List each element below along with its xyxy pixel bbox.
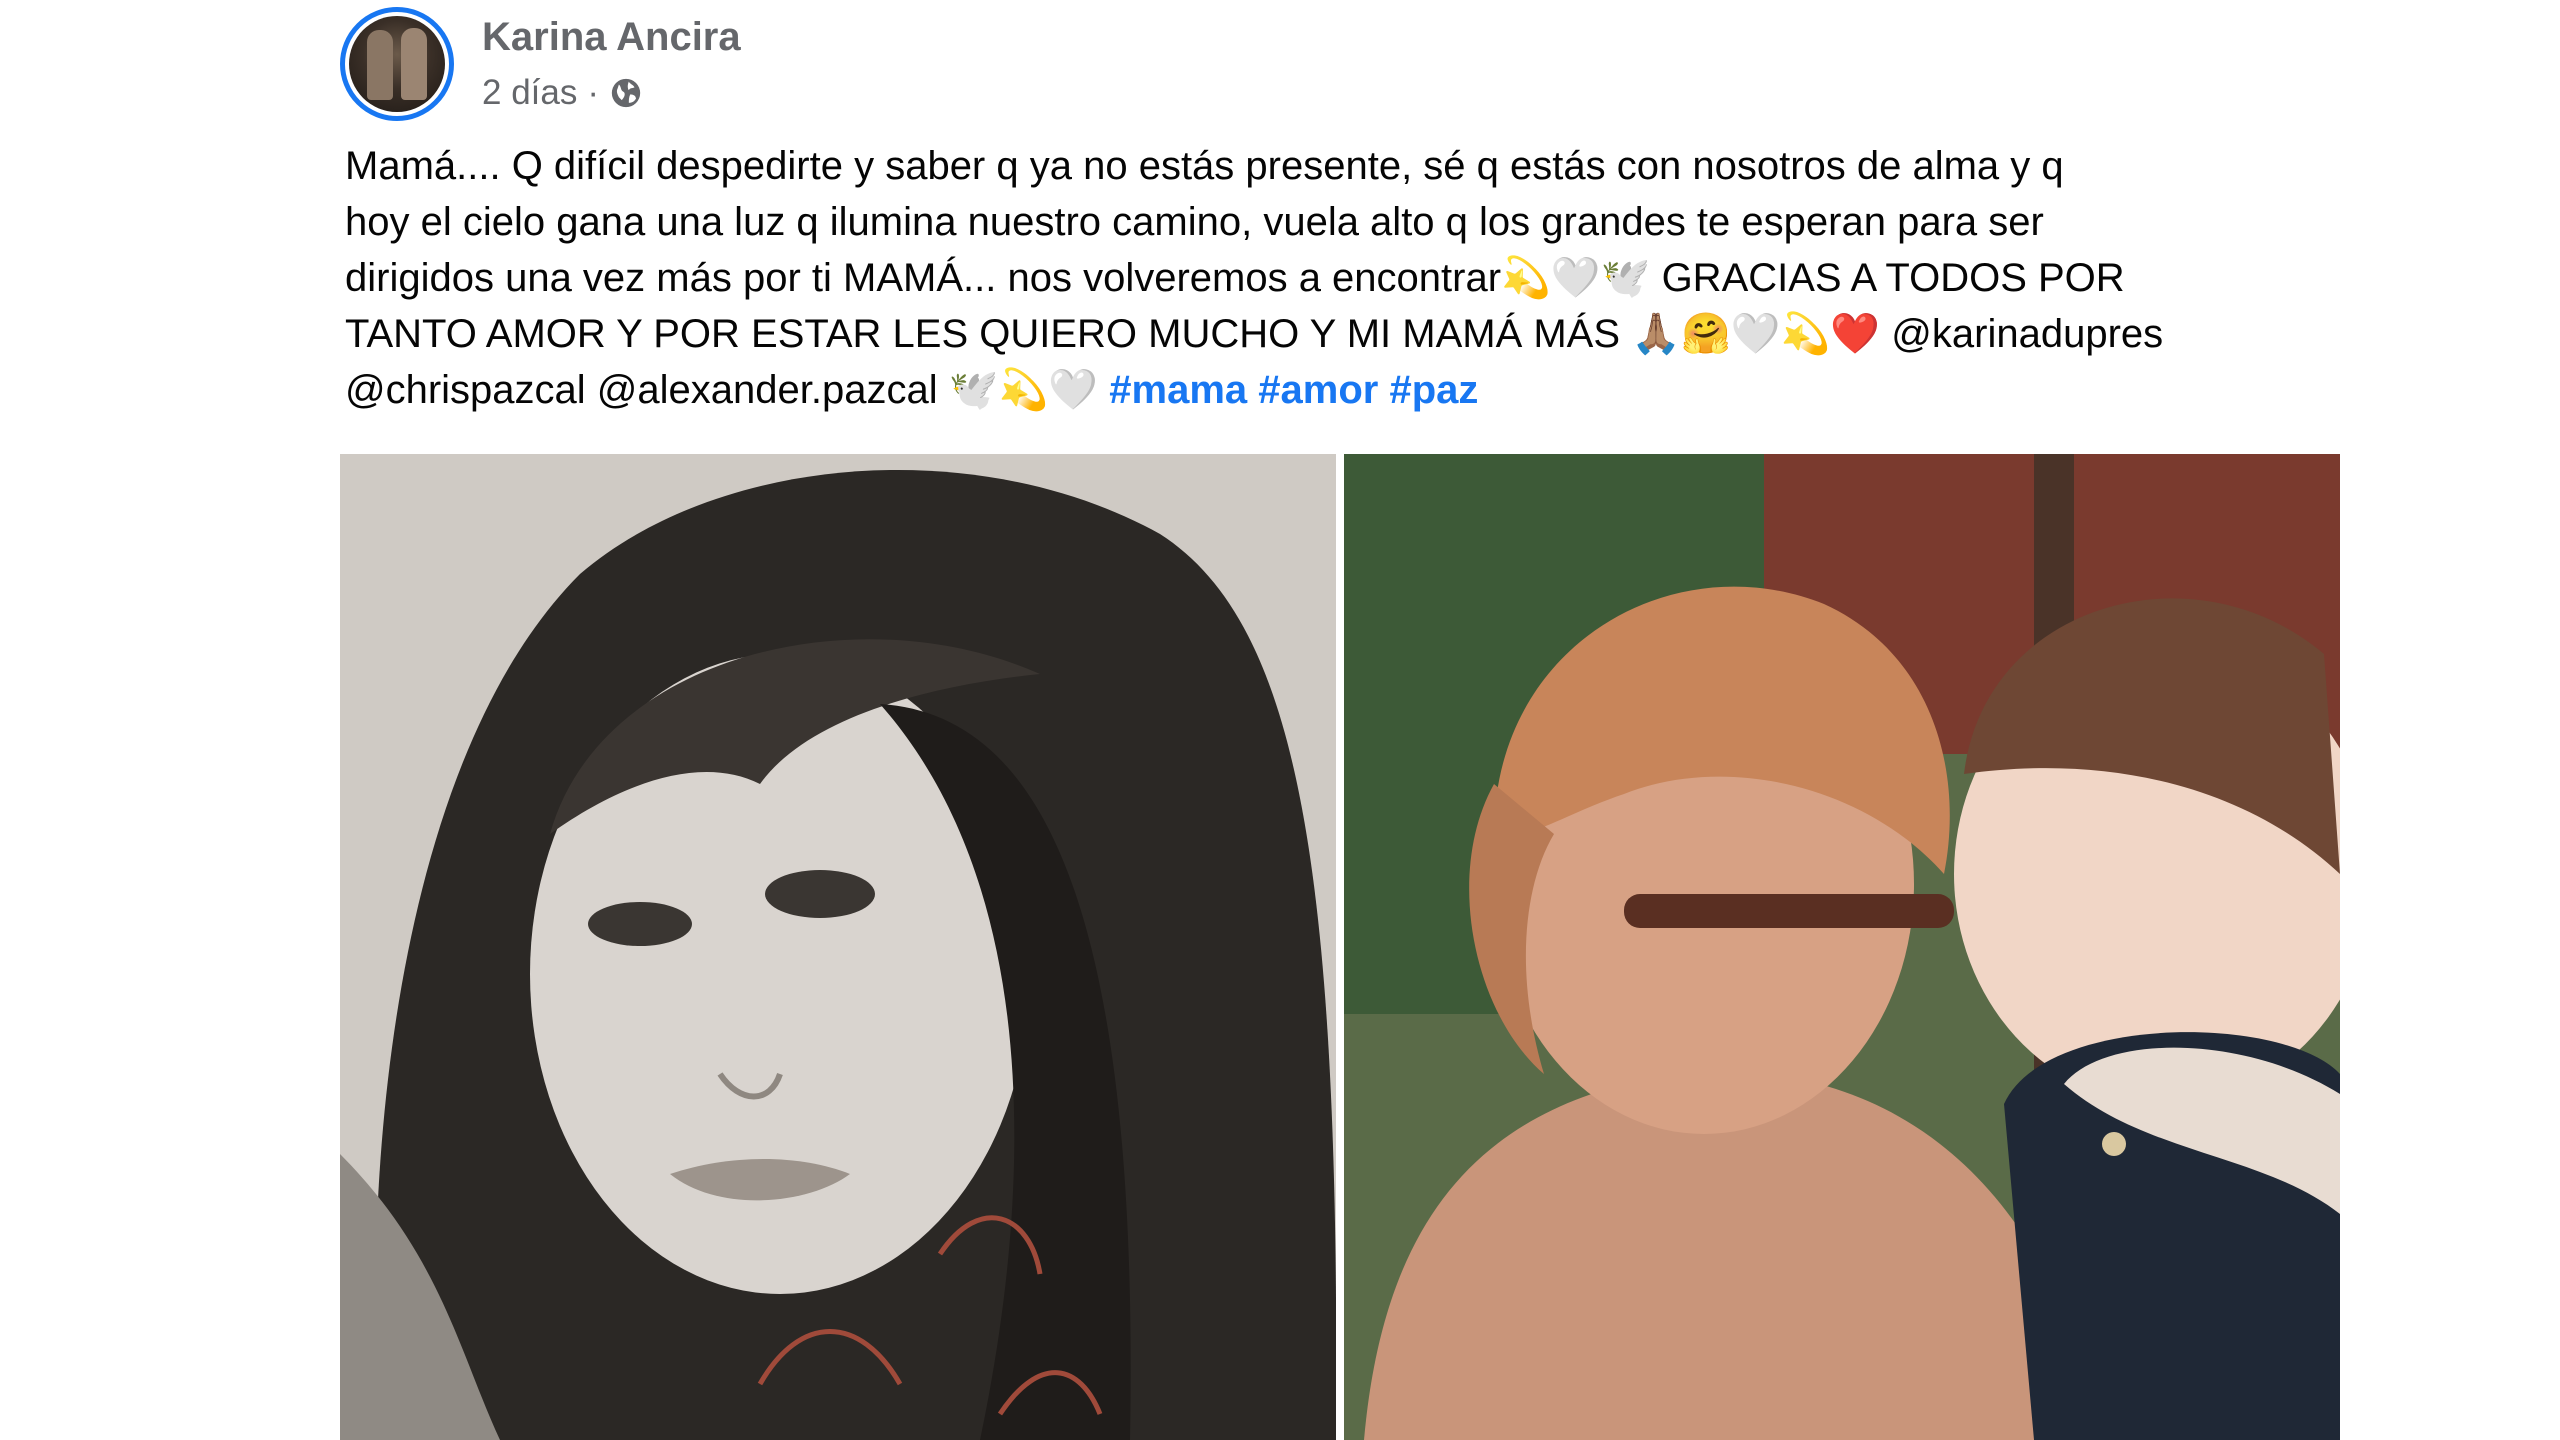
post-timestamp[interactable]: 2 días — [482, 69, 577, 117]
post-photo[interactable] — [1344, 454, 2340, 1440]
author-name[interactable]: Karina Ancira — [482, 11, 741, 63]
post-photos — [340, 454, 2340, 1440]
portrait-illustration — [340, 454, 1336, 1440]
globe-icon[interactable] — [609, 76, 643, 110]
hashtag-link[interactable]: #paz — [1389, 368, 1478, 412]
facebook-post: Karina Ancira 2 días · Mamá.... Q difíci… — [0, 0, 2560, 1440]
post-photo[interactable] — [340, 454, 1336, 1440]
post-meta: Karina Ancira 2 días · — [482, 11, 741, 117]
caption-line: Mamá.... Q difícil despedirte y saber q … — [345, 144, 2064, 188]
post-header: Karina Ancira 2 días · — [340, 4, 741, 124]
grandmother-baby-illustration — [1344, 454, 2340, 1440]
meta-separator: · — [587, 73, 600, 112]
post-caption: Mamá.... Q difícil despedirte y saber q … — [345, 138, 2335, 418]
caption-line: dirigidos una vez más por ti MAMÁ... nos… — [345, 256, 2125, 300]
caption-line: TANTO AMOR Y POR ESTAR LES QUIERO MUCHO … — [345, 312, 2164, 356]
author-avatar[interactable] — [340, 7, 454, 121]
caption-line-last: @chrispazcal @alexander.pazcal 🕊️💫🤍 #mam… — [345, 362, 2335, 418]
hashtag-link[interactable]: #mama — [1109, 368, 1247, 412]
hashtag-link[interactable]: #amor — [1258, 368, 1378, 412]
caption-line: @chrispazcal @alexander.pazcal 🕊️💫🤍 — [345, 368, 1110, 412]
avatar-image — [349, 16, 445, 112]
post-time-row: 2 días · — [482, 69, 741, 117]
caption-line: hoy el cielo gana una luz q ilumina nues… — [345, 200, 2044, 244]
